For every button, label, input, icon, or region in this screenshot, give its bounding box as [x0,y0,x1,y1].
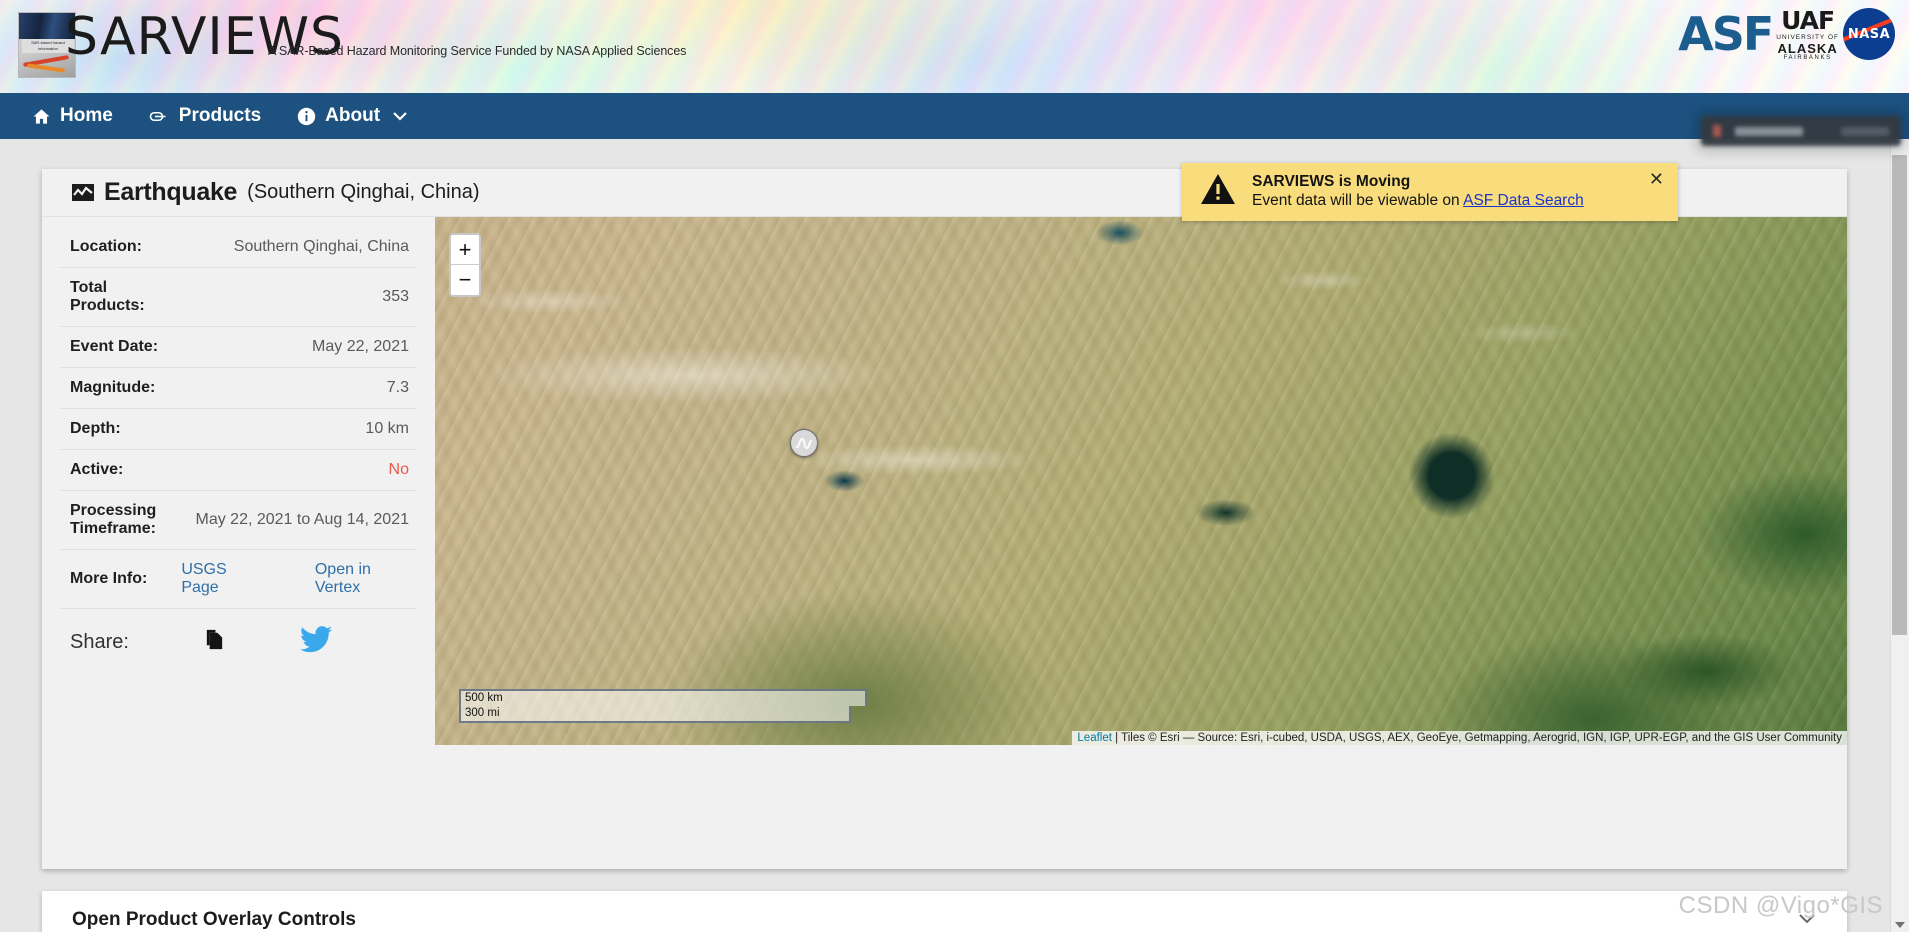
overlay-controls-title: Open Product Overlay Controls [72,909,356,930]
nasa-logo: NASA [1843,8,1895,61]
nasa-wordmark: NASA [1847,26,1891,42]
uaf-abbrev: UAF [1781,6,1835,35]
partner-logos: ASF UAF UNIVERSITY OF ALASKA FAIRBANKS N… [1678,8,1895,61]
zoom-out-button[interactable]: − [451,265,479,295]
map-zoom-controls: + − [449,233,481,297]
info-label: Active: [70,461,124,478]
twitter-icon[interactable] [299,626,332,658]
close-icon[interactable]: ✕ [1649,169,1664,190]
info-value: 353 [382,288,409,305]
uaf-line-3: FAIRBANKS [1783,54,1832,61]
nav-item-home[interactable]: Home [32,105,113,127]
chevron-down-icon [393,111,407,121]
info-value: 10 km [365,420,409,437]
uaf-line-2: ALASKA [1777,40,1838,56]
info-row-magnitude: Magnitude: 7.3 [60,368,417,409]
satellite-basemap-tiles [435,217,1847,745]
info-row-event-date: Event Date: May 22, 2021 [60,327,417,368]
notice-body: Event data will be viewable on ASF Data … [1252,191,1649,211]
warning-triangle-icon [1200,173,1236,210]
page-subtitle: (Southern Qinghai, China) [247,181,480,203]
scrollbar-thumb[interactable] [1892,155,1907,635]
copy-icon[interactable] [203,628,226,656]
main-navbar: Home Products About [0,93,1909,139]
asf-logo: ASF [1678,7,1774,62]
info-label: Magnitude: [70,379,156,396]
link-chain-icon [149,108,170,125]
earthquake-marker-icon[interactable] [790,429,818,457]
open-in-vertex-link[interactable]: Open in Vertex [315,561,409,597]
attribution-text: | Tiles © Esri — Source: Esri, i-cubed, … [1111,732,1842,744]
app-page: SAR-based hazard information SARVIEWS A S… [0,0,1909,932]
nav-item-products[interactable]: Products [149,105,261,127]
system-overlay-popup [1701,116,1901,146]
earthquake-wave-icon [72,184,94,202]
info-row-active: Active: No [60,450,417,491]
info-row-total-products: Total Products: 353 [60,268,417,327]
map-scale-bar: 500 km 300 mi [459,689,867,723]
nav-item-about[interactable]: About [297,105,407,127]
brand-tagline: A SAR-Based Hazard Monitoring Service Fu… [268,44,687,58]
nav-label-about: About [325,105,381,126]
info-label: Total Products: [70,279,145,314]
info-row-more-info: More Info: USGS Page Open in Vertex [60,550,417,609]
asf-data-search-link[interactable]: ASF Data Search [1463,192,1584,209]
scale-km: 500 km [459,689,867,706]
info-value: May 22, 2021 to Aug 14, 2021 [195,511,410,528]
info-label: Processing Timeframe: [70,502,157,537]
share-label: Share: [70,630,129,653]
zoom-in-button[interactable]: + [451,235,479,265]
main-content: Earthquake (Southern Qinghai, China) Loc… [0,139,1909,932]
info-row-location: Location: Southern Qinghai, China [60,227,417,268]
site-header-banner: SAR-based hazard information SARVIEWS A S… [0,0,1909,93]
open-product-overlay-controls[interactable]: Open Product Overlay Controls [42,891,1847,932]
info-row-processing-timeframe: Processing Timeframe: May 22, 2021 to Au… [60,491,417,550]
info-row-depth: Depth: 10 km [60,409,417,450]
scroll-down-arrow-icon[interactable] [1895,922,1905,928]
info-label: Depth: [70,420,121,437]
map-attribution: Leaflet | Tiles © Esri — Source: Esri, i… [1072,731,1847,745]
share-row: Share: [60,609,417,666]
notice-body-text: Event data will be viewable on [1252,191,1464,209]
status-badge: No [388,461,409,478]
info-label: Event Date: [70,338,159,355]
page-scrollbar[interactable] [1890,139,1909,932]
brand-title: SARVIEWS [65,7,345,67]
sarviews-moving-notice: SARVIEWS is Moving Event data will be vi… [1182,163,1678,221]
nav-label-home: Home [60,105,113,126]
uaf-logo: UAF UNIVERSITY OF ALASKA FAIRBANKS [1776,8,1839,61]
home-icon [32,107,51,126]
info-circle-icon [297,107,316,126]
notice-title: SARVIEWS is Moving [1252,172,1411,190]
info-label: More Info: [70,570,148,587]
leaflet-map[interactable]: + − 500 km 300 mi Leaflet | Tiles © Esri… [435,217,1847,745]
info-value: May 22, 2021 [312,338,409,355]
watermark: CSDN @Vigo*GIS [1678,892,1883,919]
event-detail-card: Earthquake (Southern Qinghai, China) Loc… [42,169,1847,869]
event-info-panel: Location: Southern Qinghai, China Total … [42,217,435,745]
page-title: Earthquake [104,178,238,206]
info-label: Location: [70,238,142,255]
scale-mi: 300 mi [459,706,851,723]
usgs-page-link[interactable]: USGS Page [181,561,259,597]
info-value: Southern Qinghai, China [233,238,409,255]
event-body: Location: Southern Qinghai, China Total … [42,217,1847,745]
leaflet-link[interactable]: Leaflet [1077,732,1112,744]
nav-label-products: Products [178,105,262,126]
info-value: 7.3 [386,379,409,396]
